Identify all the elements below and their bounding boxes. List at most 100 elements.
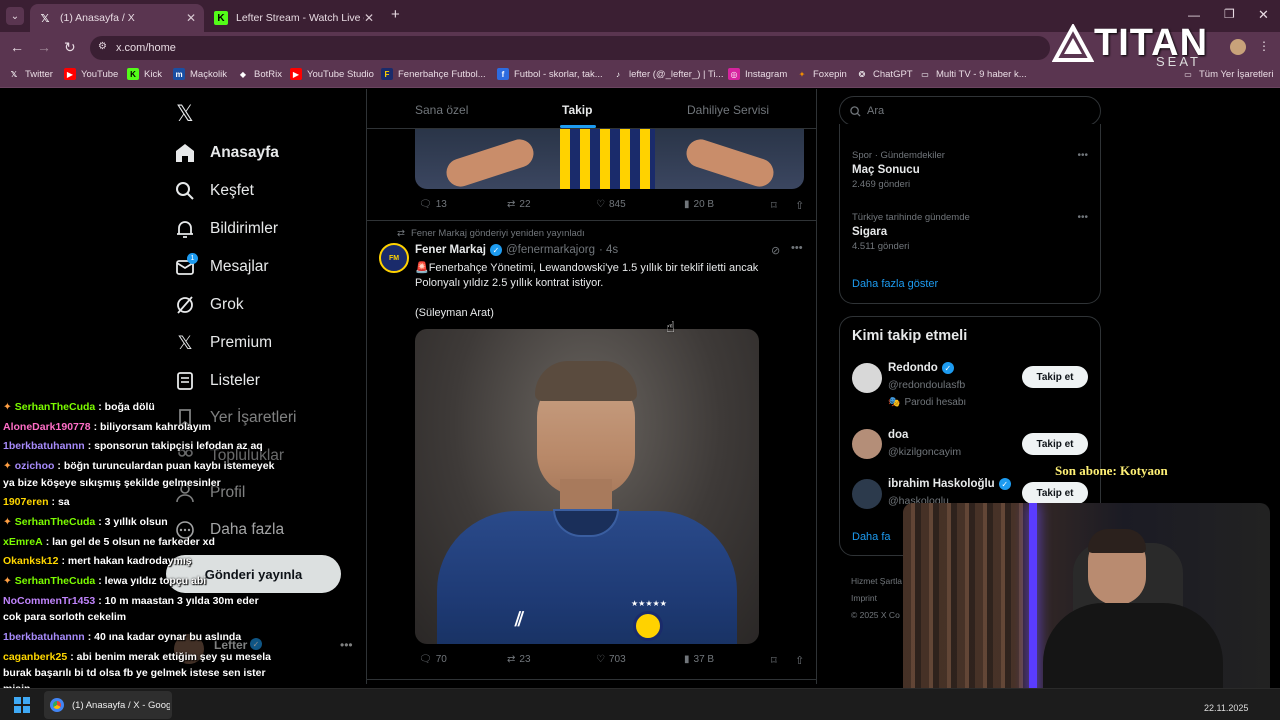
previous-post-image[interactable] (415, 129, 804, 189)
post-avatar[interactable]: FM (379, 243, 409, 273)
kick-logo-icon: K (214, 11, 228, 25)
all-bookmarks-folder[interactable]: ▭ Tüm Yer İşaretleri (1182, 68, 1273, 80)
post-image[interactable]: ⫽ ★★★★★ (415, 329, 759, 644)
suggestion-name[interactable]: Redondo ✓ (888, 362, 954, 374)
close-icon[interactable]: ✕ (186, 11, 196, 25)
foxepin-icon: ✦ (798, 69, 806, 79)
bookmark-youtube[interactable]: ▶ YouTube (64, 68, 118, 80)
search-box[interactable]: Ara (839, 96, 1101, 126)
sidebar-item-premium[interactable]: 𝕏 Premium (174, 332, 272, 354)
footer-link[interactable]: Imprint (851, 590, 902, 607)
windows-start-icon[interactable] (14, 697, 30, 713)
reply-button[interactable]: 🗨 70 (415, 654, 447, 665)
follow-button[interactable]: Takip et (1022, 366, 1088, 388)
post-text-line: Polonyalı yıldız 2.5 yıllık kontrat isti… (415, 277, 604, 289)
x-logo-icon: 𝕏 (40, 12, 50, 25)
suggestion-name[interactable]: doa (888, 429, 908, 441)
profile-avatar[interactable] (1230, 39, 1246, 55)
bookmark-multitv[interactable]: ▭ Multi TV - 9 haber k... (919, 68, 1026, 80)
like-button[interactable]: ♡ 845 (592, 199, 626, 210)
avatar[interactable] (852, 479, 882, 509)
bookmark-instagram[interactable]: ◎ Instagram (728, 68, 787, 80)
sidebar-item-lists[interactable]: Listeler (174, 370, 260, 392)
trend-item[interactable]: Spor · Gündemdekiler Maç Sonucu 2.469 gö… (852, 150, 1088, 190)
avatar[interactable] (852, 429, 882, 459)
start-tile (23, 706, 30, 713)
bookmark-flashscore[interactable]: f Futbol - skorlar, tak... (497, 68, 603, 80)
reload-icon[interactable]: ↻ (64, 39, 76, 56)
follow-button[interactable]: Takip et (1022, 433, 1088, 455)
active-tab-indicator (560, 125, 596, 128)
sidebar-item-home[interactable]: Anasayfa (174, 142, 279, 164)
tab-kick-stream[interactable]: K Lefter Stream - Watch Live on K ✕ (206, 4, 382, 32)
show-more-trends-link[interactable]: Daha fazla göster (852, 278, 938, 290)
share-button[interactable]: ⇧ (791, 654, 804, 667)
back-icon[interactable]: ← (10, 39, 24, 55)
bookmark-tiktok[interactable]: ♪ lefter (@_lefter_) | Ti... (612, 68, 723, 80)
footer-link[interactable]: Hizmet Şartla (851, 573, 902, 590)
bookmark-kick[interactable]: K Kick (127, 68, 162, 80)
sidebar-item-messages[interactable]: 1 Mesajlar (174, 253, 269, 278)
bookmark-foxepin[interactable]: ✦ Foxepin (796, 68, 847, 80)
post-source: (Süleyman Arat) (415, 307, 494, 319)
bookmark-twitter[interactable]: 𝕏 Twitter (8, 68, 53, 80)
like-button[interactable]: ♡ 703 (592, 654, 626, 665)
new-tab-button[interactable]: + (391, 6, 400, 23)
bookmark-fenerbahce[interactable]: F Fenerbahçe Futbol... (381, 68, 486, 80)
site-info-icon[interactable]: ⚙ (98, 41, 107, 52)
avatar[interactable] (852, 363, 882, 393)
grok-icon[interactable]: ⊘ (771, 244, 780, 257)
tab-for-you[interactable]: Sana özel (415, 103, 468, 117)
follow-button[interactable]: Takip et (1022, 482, 1088, 504)
url-bar[interactable]: ⚙ x.com/home (90, 36, 1050, 60)
chat-message: ✦ SerhanTheCuda: lewa yıldız topçu abi (3, 575, 207, 587)
maximize-button[interactable]: ❐ (1224, 7, 1235, 21)
reply-button[interactable]: 🗨 13 (415, 199, 447, 210)
tab-dahiliye-servisi[interactable]: Dahiliye Servisi (687, 103, 769, 117)
forward-icon[interactable]: → (37, 39, 51, 55)
chat-message: xEmreA: lan gel de 5 olsun ne farkeder x… (3, 536, 215, 548)
timeline: Sana özel Takip Dahiliye Servisi 🗨 13 ⇄ 22… (366, 89, 817, 684)
views-button[interactable]: ▮ 20 B (680, 199, 714, 210)
bookmark-botrix[interactable]: ◆ BotRix (237, 68, 282, 80)
taskbar-date: 22.11.2025 (1204, 703, 1249, 713)
bookmark-mackolik[interactable]: m Maçkolik (173, 68, 227, 80)
chat-badge-icon: ✦ (3, 516, 12, 528)
taskbar-app-chrome[interactable]: (1) Anasayfa / X - Googl (44, 691, 172, 719)
bookmark-youtube-studio[interactable]: ▶ YouTube Studio (290, 68, 374, 80)
tab-x-home[interactable]: 𝕏 (1) Anasayfa / X ✕ (30, 4, 204, 32)
repost-button[interactable]: ⇄ 23 (503, 654, 531, 665)
minimize-button[interactable]: — (1188, 8, 1200, 22)
author-handle[interactable]: @fenermarkajorg (506, 244, 595, 256)
suggestion-name[interactable]: ibrahim Haskoloğlu ✓ (888, 478, 1011, 490)
mask-icon: 🎭 (888, 397, 901, 408)
repost-button[interactable]: ⇄ 22 (503, 199, 531, 210)
start-tile (14, 706, 21, 713)
more-icon[interactable]: ••• (1077, 150, 1088, 161)
more-icon[interactable]: ••• (791, 242, 803, 254)
mackolik-icon: m (173, 68, 185, 80)
close-icon[interactable]: ✕ (364, 11, 374, 25)
sidebar-item-notifications[interactable]: Bildirimler (174, 218, 278, 240)
tab-following[interactable]: Takip (562, 103, 592, 117)
trend-item[interactable]: Türkiye tarihinde gündemde Sigara 4.511 … (852, 212, 1088, 252)
bookmark-button[interactable]: ⌑ (767, 654, 777, 667)
fenerbahce-crest-icon (633, 611, 663, 641)
more-icon[interactable]: ••• (1077, 212, 1088, 223)
chat-badge-icon: ✦ (3, 401, 12, 413)
chat-badge-icon: ✦ (3, 575, 12, 587)
sidebar-item-explore[interactable]: Keşfet (174, 180, 254, 202)
list-icon (174, 370, 196, 392)
bookmark-button[interactable]: ⌑ (767, 199, 777, 212)
x-logo-icon[interactable]: 𝕏 (176, 101, 194, 127)
author-name[interactable]: Fener Markaj (415, 244, 486, 256)
share-button[interactable]: ⇧ (791, 199, 804, 212)
close-window-button[interactable]: ✕ (1258, 7, 1269, 23)
views-button[interactable]: ▮ 37 B (680, 654, 714, 665)
show-more-suggestions-link[interactable]: Daha fa (852, 531, 891, 543)
grok-icon (174, 294, 196, 316)
sidebar-item-grok[interactable]: Grok (174, 294, 244, 316)
bookmark-chatgpt[interactable]: ❂ ChatGPT (856, 68, 913, 80)
tab-search-button[interactable]: ⌄ (6, 7, 24, 25)
menu-icon[interactable]: ⋮ (1258, 39, 1270, 53)
